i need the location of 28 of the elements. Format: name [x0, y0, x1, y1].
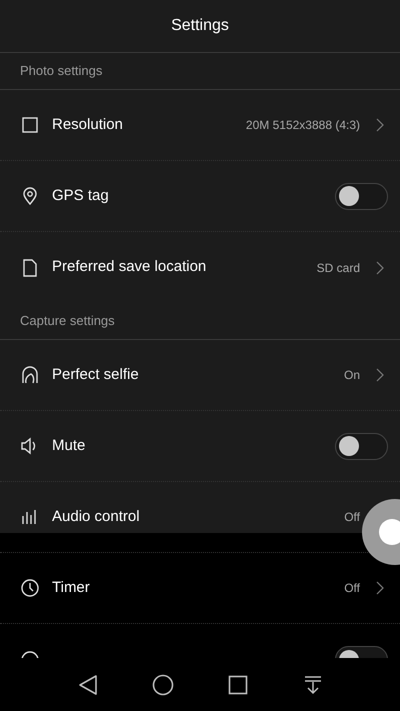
setting-label: Mute [52, 436, 86, 456]
chevron-right-icon [376, 581, 384, 595]
chevron-right-icon [376, 260, 384, 274]
chevron-right-icon [376, 368, 384, 382]
setting-value: 20M 5152x3888 (4:3) [246, 117, 360, 134]
face-outline-icon [20, 365, 40, 385]
setting-value: On [344, 367, 360, 384]
toggle-switch[interactable] [335, 182, 388, 210]
screen-title: Settings [171, 16, 229, 36]
setting-value: SD card [316, 260, 360, 276]
setting-value: Off [344, 509, 360, 526]
back-icon[interactable] [78, 674, 98, 696]
notification-pull-icon[interactable] [304, 674, 322, 694]
section-heading: Photo settings [20, 62, 102, 80]
setting-value: Off [344, 580, 360, 597]
square-icon [20, 115, 40, 135]
clock-icon [20, 578, 40, 598]
setting-label: Preferred save location [52, 257, 206, 278]
section-heading: Capture settings [20, 312, 115, 330]
toggle-switch[interactable] [335, 432, 388, 460]
chevron-right-icon [376, 118, 384, 132]
setting-label: Perfect selfie [52, 364, 139, 385]
setting-label: GPS tag [52, 186, 109, 206]
setting-label: Resolution [52, 114, 123, 135]
home-icon[interactable] [152, 674, 174, 696]
recents-icon[interactable] [228, 674, 248, 694]
setting-label: Audio control [52, 506, 140, 527]
setting-label: Timer [52, 578, 90, 598]
